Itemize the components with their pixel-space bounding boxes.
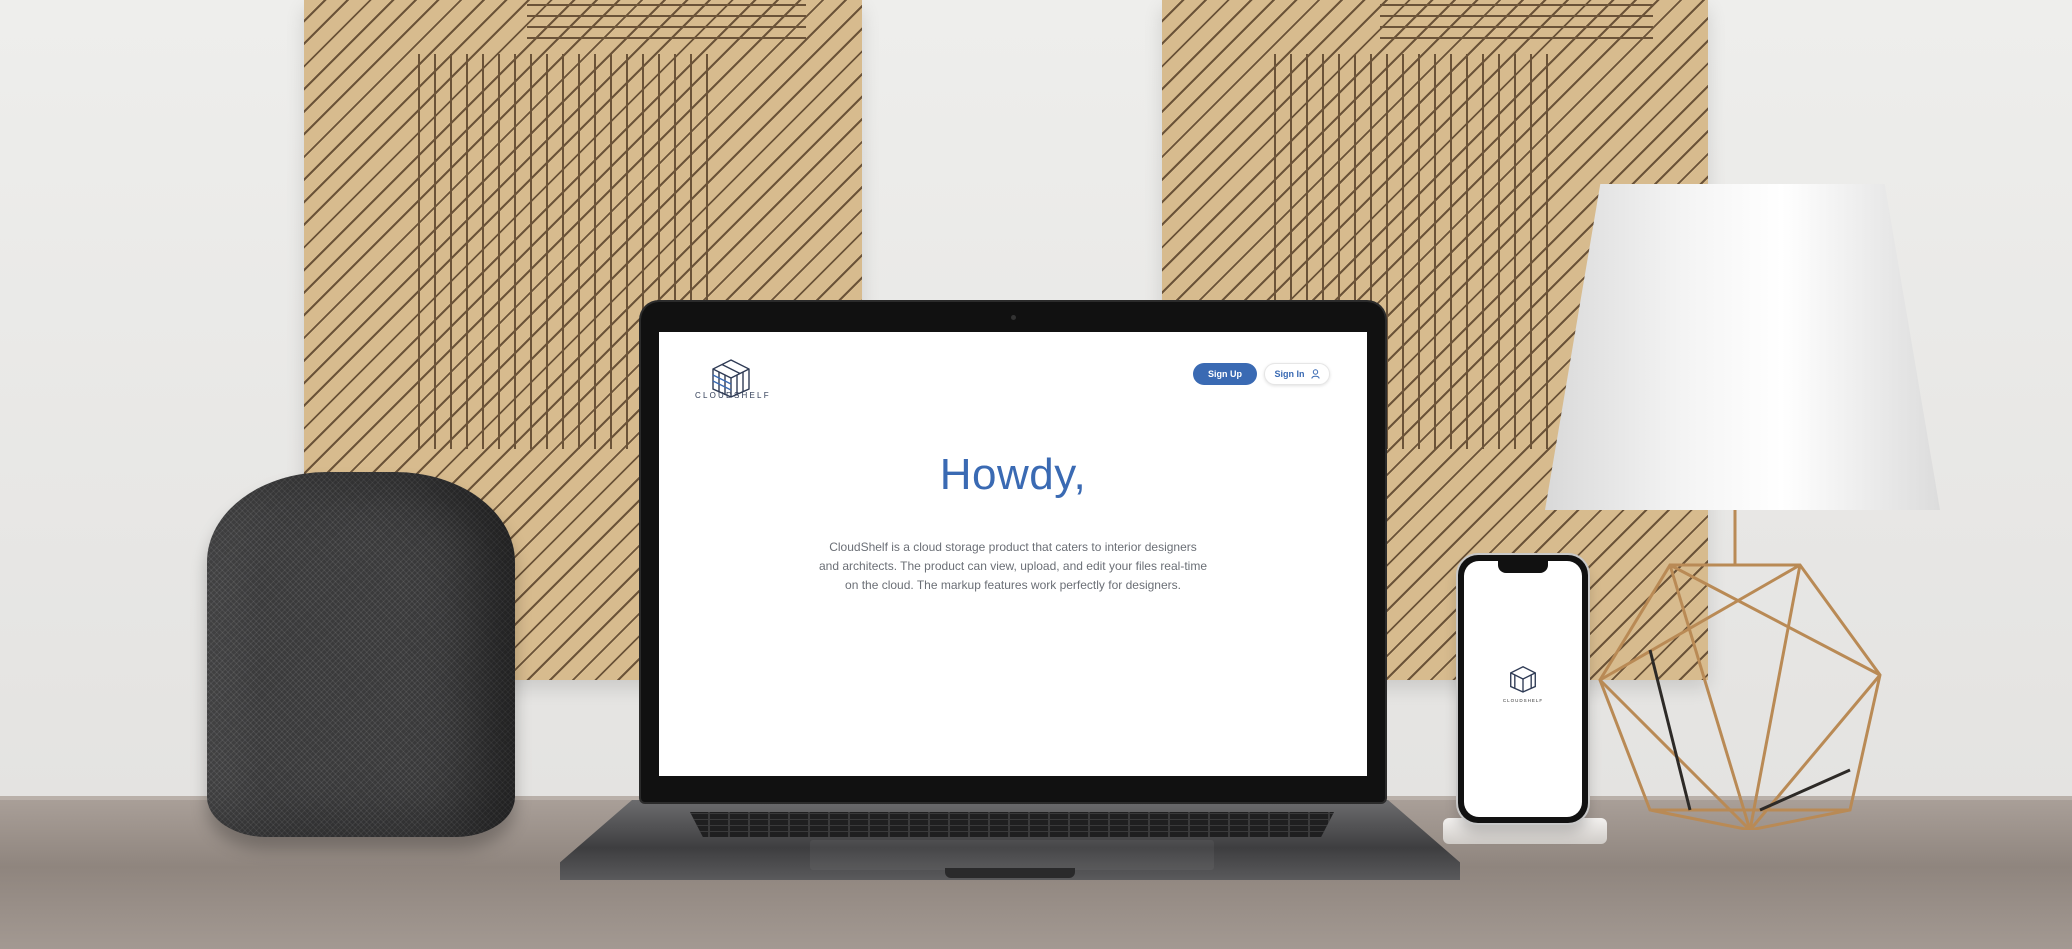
sign-up-button[interactable]: Sign Up [1193, 363, 1257, 385]
laptop-keyboard [690, 812, 1334, 837]
smart-speaker [207, 472, 515, 837]
wood-panel-horizontal-stripes [1380, 0, 1654, 48]
logo-text: CLOUDSHELF [695, 391, 771, 400]
laptop-screen: CLOUDSHELF Sign Up Sign In Howdy, CloudS… [659, 332, 1367, 776]
sign-in-button[interactable]: Sign In [1264, 363, 1330, 385]
phone-notch [1498, 561, 1548, 573]
sign-in-label: Sign In [1274, 369, 1305, 379]
page-description: CloudShelf is a cloud storage product th… [819, 540, 1207, 592]
phone-logo-text: CLOUDSHELF [1502, 698, 1544, 703]
laptop-lid: CLOUDSHELF Sign Up Sign In Howdy, CloudS… [641, 302, 1385, 802]
smartphone: CLOUDSHELF [1458, 555, 1588, 823]
user-icon [1310, 369, 1320, 379]
cube-logo-icon[interactable] [1508, 665, 1538, 693]
lamp-shade [1545, 184, 1940, 510]
wood-panel-horizontal-stripes [527, 0, 807, 48]
page-heading: Howdy, [939, 450, 1087, 499]
laptop-lid-notch [945, 868, 1075, 878]
lamp-geometric-base [1598, 510, 1882, 830]
laptop-trackpad [810, 840, 1214, 870]
camera-icon [1011, 315, 1016, 320]
phone-screen: CLOUDSHELF [1464, 561, 1582, 817]
